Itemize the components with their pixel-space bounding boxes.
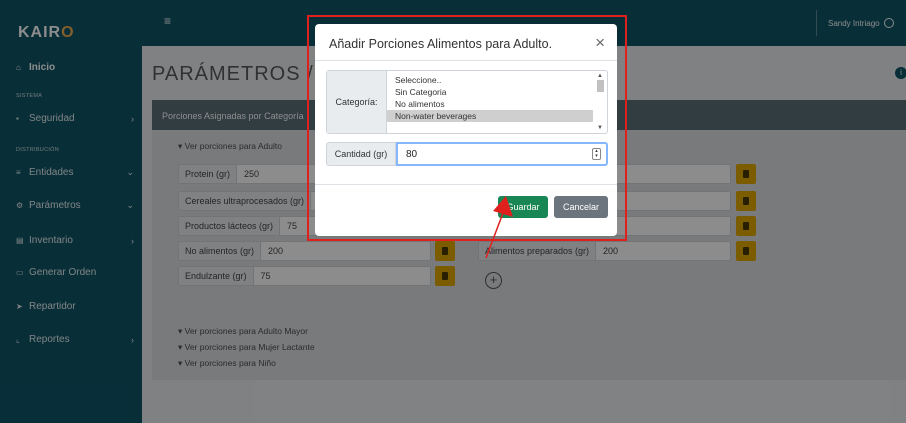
annotation-arrow-icon (485, 196, 513, 259)
